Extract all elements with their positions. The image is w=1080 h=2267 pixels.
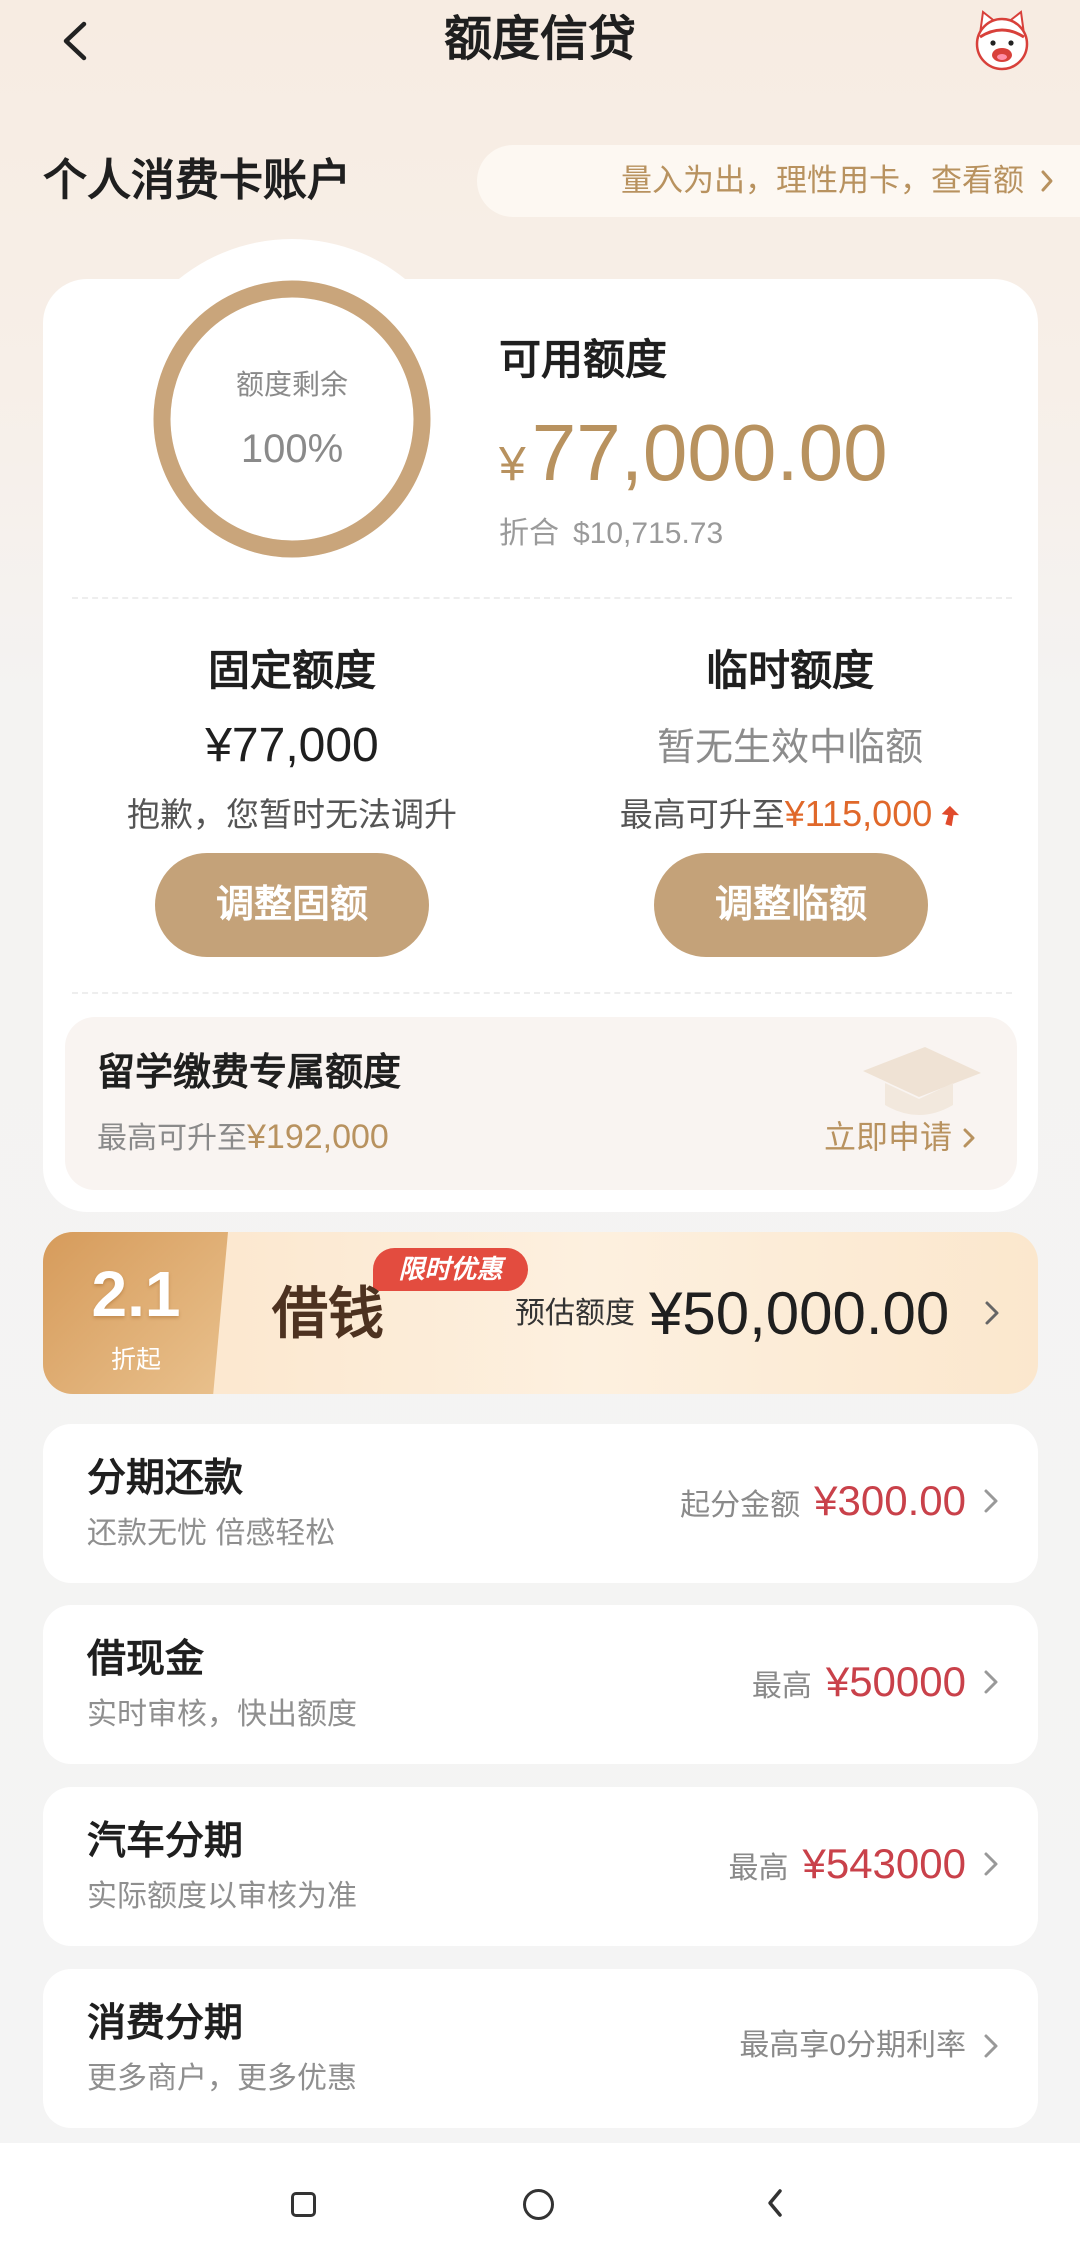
- chevron-right-icon: [983, 1851, 999, 1877]
- available-label: 可用额度: [499, 336, 668, 383]
- list-item-subtitle: 更多商户，更多优惠: [87, 2062, 357, 2095]
- study-apply-link[interactable]: 立即申请: [824, 1117, 976, 1157]
- study-limit-note: 最高可升至¥192,000: [97, 1117, 389, 1157]
- study-limit-title: 留学缴费专属额度: [97, 1052, 402, 1094]
- list-item-title: 借现金: [87, 1638, 205, 1681]
- square-icon[interactable]: [291, 2192, 316, 2217]
- credit-limit-page: 额度信贷 个人消费卡账户 量入为出，理性用卡，查看额 额度剩余 100% 可用额…: [0, 0, 1080, 2267]
- available-amount-row: ¥77,000.00: [499, 404, 888, 502]
- list-item-value: 最高 ¥50000: [752, 1655, 966, 1709]
- list-item-value-label: 起分金额: [680, 1489, 801, 1522]
- ring-label: 额度剩余: [235, 369, 348, 400]
- ring-percent: 100%: [240, 427, 344, 471]
- adjust-fixed-limit-button[interactable]: 调整固额: [155, 853, 429, 957]
- discount-rate: 2.1: [91, 1258, 181, 1330]
- estimate-amount: ¥50,000.00: [649, 1280, 950, 1347]
- converted-amount-row: 折合 $10,715.73: [499, 515, 723, 553]
- list-item-title: 分期还款: [87, 1457, 244, 1500]
- usage-notice-banner[interactable]: 量入为出，理性用卡，查看额: [477, 145, 1080, 217]
- temp-limit-note: 最高可升至¥115,000: [590, 794, 990, 834]
- study-abroad-limit-card[interactable]: 留学缴费专属额度 最高可升至¥192,000 立即申请: [65, 1017, 1017, 1190]
- fixed-limit-note: 抱歉，您暂时无法调升: [127, 796, 457, 833]
- page-title: 额度信贷: [443, 13, 636, 66]
- graduation-cap-icon: [855, 1039, 985, 1129]
- list-item-title: 消费分期: [87, 2002, 244, 2045]
- study-limit-max-amount: ¥192,000: [247, 1118, 389, 1156]
- circle-icon[interactable]: [523, 2189, 554, 2220]
- converted-amount: $10,715.73: [573, 517, 724, 550]
- limits-divider: [72, 992, 1012, 994]
- borrow-money-title: 借钱: [272, 1282, 384, 1345]
- study-apply-label: 立即申请: [823, 1119, 952, 1155]
- list-item-amount: ¥50000: [825, 1658, 966, 1705]
- summary-divider: [72, 597, 1012, 599]
- study-limit-note-prefix: 最高可升至: [97, 1122, 247, 1155]
- available-amount: 77,000.00: [531, 408, 888, 497]
- list-item-installment-repayment[interactable]: 分期还款 还款无忧 倍感轻松 起分金额 ¥300.00: [43, 1424, 1038, 1583]
- remaining-ring-progress: [153, 280, 431, 558]
- arrow-up-icon: [938, 804, 960, 828]
- adjust-temp-limit-button[interactable]: 调整临额: [654, 853, 928, 957]
- list-item-value: 最高享0分期利率: [739, 2019, 966, 2073]
- estimate-label: 预估额度: [515, 1297, 635, 1330]
- list-item-value: 最高 ¥543000: [728, 1837, 966, 1891]
- list-item-subtitle: 还款无忧 倍感轻松: [87, 1517, 336, 1550]
- list-item-cash-loan[interactable]: 借现金 实时审核，快出额度 最高 ¥50000: [43, 1605, 1038, 1764]
- remaining-ring: [153, 280, 431, 558]
- list-item-subtitle: 实时审核，快出额度: [87, 1698, 357, 1731]
- mascot-avatar-icon[interactable]: [968, 6, 1036, 74]
- list-item-title: 汽车分期: [87, 1820, 244, 1863]
- list-item-value-label: 最高享0分期利率: [739, 2029, 966, 2062]
- chevron-right-icon: [962, 1125, 976, 1148]
- temp-limit-note-prefix: 最高可升至: [619, 796, 785, 833]
- converted-label: 折合: [499, 517, 559, 550]
- fixed-limit-amount: ¥77,000: [205, 719, 379, 772]
- list-item-value-label: 最高: [728, 1852, 789, 1885]
- chevron-right-icon: [1040, 169, 1054, 193]
- available-currency: ¥: [499, 438, 526, 491]
- discount-rate-unit: 折起: [110, 1346, 161, 1374]
- list-item-value: 起分金额 ¥300.00: [680, 1474, 966, 1528]
- list-item-amount: ¥543000: [802, 1840, 966, 1887]
- list-item-consumer-installment[interactable]: 消费分期 更多商户，更多优惠 最高享0分期利率: [43, 1969, 1038, 2128]
- list-item-amount: ¥300.00: [814, 1477, 966, 1524]
- back-arrow-icon[interactable]: [56, 20, 96, 62]
- chevron-right-icon: [983, 1488, 999, 1514]
- list-item-car-installment[interactable]: 汽车分期 实际额度以审核为准 最高 ¥543000: [43, 1787, 1038, 1946]
- chevron-right-icon: [983, 1669, 999, 1695]
- list-item-subtitle: 实际额度以审核为准: [87, 1880, 357, 1913]
- fixed-limit-title: 固定额度: [207, 647, 376, 694]
- borrow-money-banner[interactable]: 2.1 折起 限时优惠 借钱 预估额度 ¥50,000.00: [43, 1232, 1038, 1394]
- temp-limit-max-amount: ¥115,000: [784, 793, 933, 834]
- chevron-right-icon: [983, 2033, 999, 2059]
- usage-notice-text: 量入为出，理性用卡，查看额: [621, 163, 1024, 198]
- temp-limit-title: 临时额度: [705, 647, 874, 694]
- chevron-right-icon: [984, 1300, 1000, 1326]
- back-triangle-icon[interactable]: [764, 2187, 786, 2219]
- list-item-value-label: 最高: [751, 1670, 812, 1703]
- account-title: 个人消费卡账户: [43, 156, 351, 205]
- temp-limit-status: 暂无生效中临额: [656, 727, 923, 769]
- limited-offer-badge: 限时优惠: [373, 1248, 528, 1291]
- system-nav-bar: [0, 2143, 1080, 2267]
